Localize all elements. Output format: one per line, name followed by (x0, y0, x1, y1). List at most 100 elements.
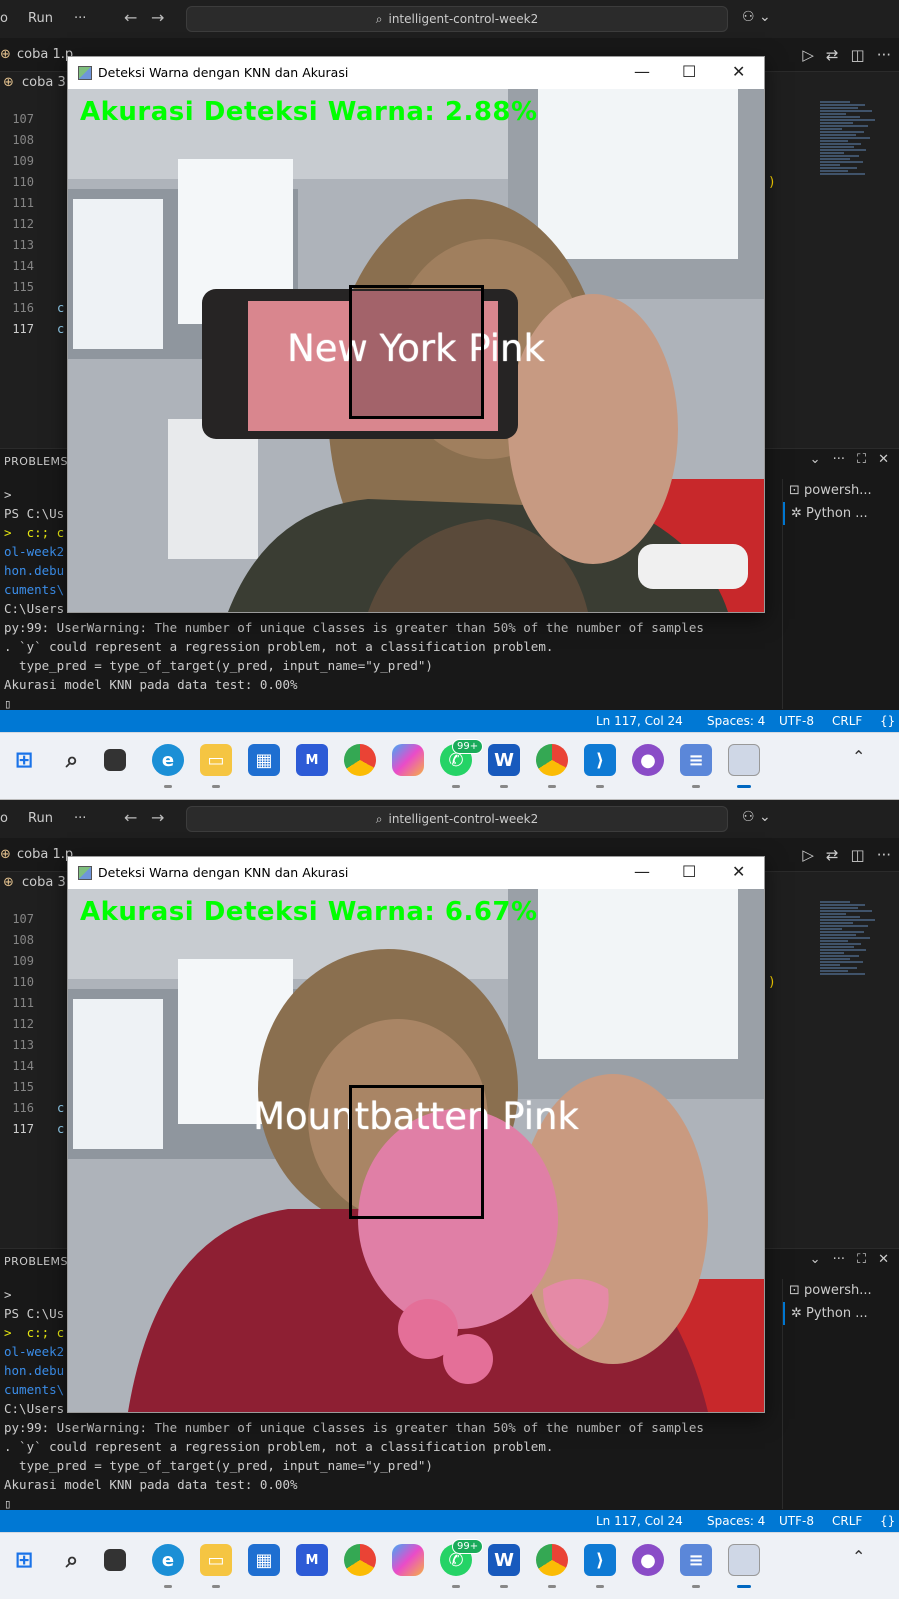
maximize-icon[interactable]: ☐ (682, 62, 696, 81)
status-spaces[interactable]: Spaces: 4 (707, 714, 765, 728)
status-position[interactable]: Ln 117, Col 24 (596, 714, 683, 728)
panel-tab-problems[interactable]: PROBLEMS (4, 1255, 68, 1268)
github-icon[interactable]: ● (632, 1544, 664, 1576)
maximize-panel-icon[interactable]: ⛶ (857, 452, 866, 467)
run-icon[interactable]: ▷ (802, 846, 814, 864)
back-arrow-icon[interactable]: ← (124, 8, 137, 27)
terminal-item-powershell[interactable]: ⊡ powersh... (783, 479, 899, 502)
status-eol[interactable]: CRLF (832, 1514, 862, 1528)
copilot-app-icon[interactable] (392, 744, 424, 776)
notepad-icon[interactable]: ≡ (680, 744, 712, 776)
minimize-icon[interactable]: — (634, 862, 650, 881)
windows-start-icon[interactable]: ⊞ (8, 1544, 40, 1576)
vscode-icon[interactable]: ⟩ (584, 744, 616, 776)
search-icon[interactable]: ⌕ (56, 744, 88, 776)
opencv-title-bar[interactable]: Deteksi Warna dengan KNN dan Akurasi — ☐… (68, 857, 764, 889)
run-icon[interactable]: ▷ (802, 46, 814, 64)
back-arrow-icon[interactable]: ← (124, 808, 137, 827)
file-explorer-icon[interactable]: ▭ (200, 1544, 232, 1576)
terminal-line: . `y` could represent a regression probl… (4, 1439, 554, 1454)
compare-icon[interactable]: ⇄ (826, 46, 839, 64)
line-number: 109 (12, 154, 34, 168)
status-encoding[interactable]: UTF-8 (779, 1514, 814, 1528)
menu-more[interactable]: ··· (74, 811, 86, 826)
menu-run[interactable]: Run (28, 11, 53, 26)
copilot-icon[interactable]: ⚇ ⌄ (742, 9, 771, 25)
notepad-icon[interactable]: ≡ (680, 1544, 712, 1576)
minimap[interactable] (820, 900, 880, 1080)
terminal-line: py:99: UserWarning: The number of unique… (4, 620, 704, 635)
maximize-icon[interactable]: ☐ (682, 862, 696, 881)
status-language[interactable]: {} (880, 714, 895, 728)
command-center-search[interactable]: ⌕ intelligent-control-week2 (186, 6, 728, 32)
minimize-icon[interactable]: — (634, 62, 650, 81)
store-icon[interactable]: ▦ (248, 744, 280, 776)
panel-tab-problems[interactable]: PROBLEMS (4, 455, 68, 468)
status-eol[interactable]: CRLF (832, 714, 862, 728)
command-center-search[interactable]: ⌕ intelligent-control-week2 (186, 806, 728, 832)
windows-start-icon[interactable]: ⊞ (8, 744, 40, 776)
more-actions-icon[interactable]: ··· (877, 46, 891, 64)
breadcrumb-file[interactable]: coba 3 (22, 875, 66, 890)
editor-tab[interactable]: coba 1.p (17, 847, 73, 862)
copilot-app-icon[interactable] (392, 1544, 424, 1576)
menu-run[interactable]: Run (28, 811, 53, 826)
close-icon[interactable]: ✕ (732, 862, 745, 881)
vscode-icon[interactable]: ⟩ (584, 1544, 616, 1576)
menu-go[interactable]: o (0, 811, 8, 826)
chrome-icon[interactable] (344, 1544, 376, 1576)
copilot-icon[interactable]: ⚇ ⌄ (742, 809, 771, 825)
terminal-item-python[interactable]: ✲ Python ... (783, 502, 899, 525)
chevron-down-icon[interactable]: ⌄ (810, 1252, 821, 1267)
task-view-icon[interactable] (104, 1549, 126, 1571)
chrome-icon[interactable] (344, 744, 376, 776)
editor-tab[interactable]: coba 1.p (17, 47, 73, 62)
app-icon[interactable]: M (296, 744, 328, 776)
breadcrumb-file[interactable]: coba 3 (22, 75, 66, 90)
store-icon[interactable]: ▦ (248, 1544, 280, 1576)
more-icon[interactable]: ··· (833, 1252, 845, 1267)
maximize-panel-icon[interactable]: ⛶ (857, 1252, 866, 1267)
compare-icon[interactable]: ⇄ (826, 846, 839, 864)
split-editor-icon[interactable]: ◫ (851, 846, 865, 864)
chrome-profile-icon[interactable] (536, 744, 568, 776)
menu-go[interactable]: o (0, 11, 8, 26)
terminal-item-powershell[interactable]: ⊡ powersh... (783, 1279, 899, 1302)
terminal-item-python[interactable]: ✲ Python ... (783, 1302, 899, 1325)
close-icon[interactable]: ✕ (878, 1252, 889, 1267)
task-view-icon[interactable] (104, 749, 126, 771)
forward-arrow-icon[interactable]: → (151, 8, 164, 27)
github-icon[interactable]: ● (632, 744, 664, 776)
search-icon[interactable]: ⌕ (56, 1544, 88, 1576)
close-icon[interactable]: ✕ (878, 452, 889, 467)
edge-icon[interactable]: e (152, 1544, 184, 1576)
app-icon[interactable]: M (296, 1544, 328, 1576)
more-icon[interactable]: ··· (833, 452, 845, 467)
more-actions-icon[interactable]: ··· (877, 846, 891, 864)
forward-arrow-icon[interactable]: → (151, 808, 164, 827)
chrome-profile-icon[interactable] (536, 1544, 568, 1576)
chevron-down-icon[interactable]: ⌄ (810, 452, 821, 467)
close-icon[interactable]: ✕ (732, 62, 745, 81)
chevron-up-icon[interactable]: ⌃ (852, 747, 865, 766)
chevron-up-icon[interactable]: ⌃ (852, 1547, 865, 1566)
python-window-icon[interactable] (728, 744, 760, 776)
status-position[interactable]: Ln 117, Col 24 (596, 1514, 683, 1528)
python-window-icon[interactable] (728, 1544, 760, 1576)
line-number: 113 (12, 1038, 34, 1052)
menu-more[interactable]: ··· (74, 11, 86, 26)
split-editor-icon[interactable]: ◫ (851, 46, 865, 64)
opencv-window[interactable]: Deteksi Warna dengan KNN dan Akurasi — ☐… (67, 856, 765, 1413)
terminal-line: . `y` could represent a regression probl… (4, 639, 554, 654)
opencv-window[interactable]: Deteksi Warna dengan KNN dan Akurasi — ☐… (67, 56, 765, 613)
status-spaces[interactable]: Spaces: 4 (707, 1514, 765, 1528)
word-icon[interactable]: W (488, 744, 520, 776)
status-encoding[interactable]: UTF-8 (779, 714, 814, 728)
edge-icon[interactable]: e (152, 744, 184, 776)
opencv-title-bar[interactable]: Deteksi Warna dengan KNN dan Akurasi — ☐… (68, 57, 764, 89)
minimap[interactable] (820, 100, 880, 280)
word-icon[interactable]: W (488, 1544, 520, 1576)
status-language[interactable]: {} (880, 1514, 895, 1528)
file-explorer-icon[interactable]: ▭ (200, 744, 232, 776)
terminal-label: Python ... (806, 1306, 868, 1321)
